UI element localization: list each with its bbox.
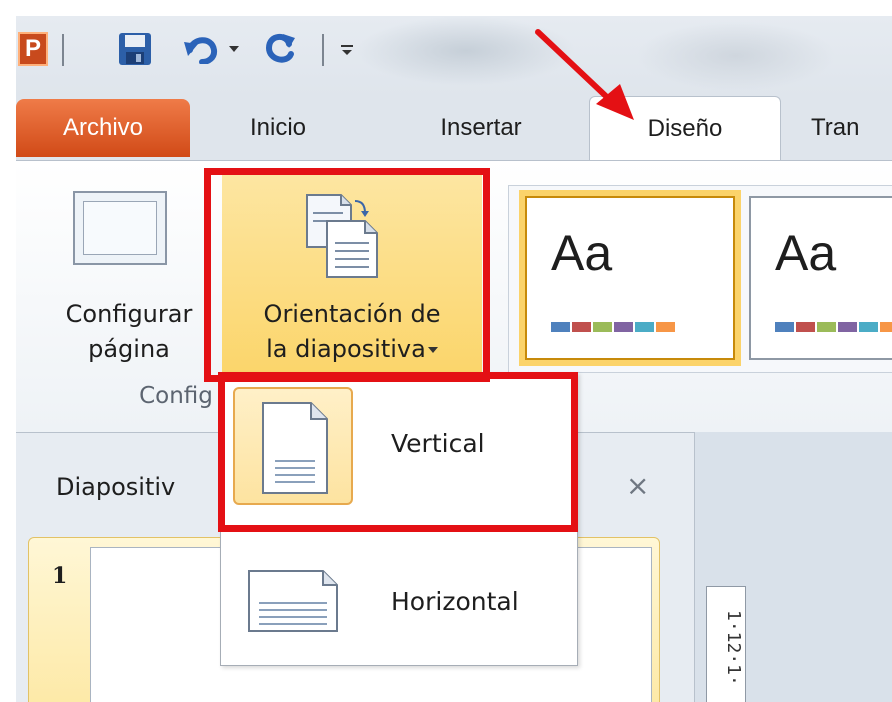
theme-gallery: Aa Aa	[508, 185, 892, 373]
customize-toolbar-icon[interactable]	[341, 44, 353, 56]
quick-access-toolbar: P	[16, 16, 892, 96]
color-swatch	[775, 322, 794, 332]
tab-insertar[interactable]: Insertar	[411, 96, 551, 160]
tab-transiciones[interactable]: Tran	[811, 96, 892, 160]
color-swatch	[614, 322, 633, 332]
slide-number: 1	[52, 563, 68, 589]
ribbon-tabs: Archivo Inicio Insertar Diseño Tran	[16, 96, 892, 162]
powerpoint-app-icon[interactable]: P	[18, 32, 48, 66]
theme-label: Aa	[775, 225, 837, 281]
theme-label: Aa	[551, 225, 613, 281]
theme-thumbnail[interactable]: Aa	[749, 196, 892, 360]
tab-diseno[interactable]: Diseño	[589, 96, 781, 162]
color-swatch	[635, 322, 654, 332]
page-setup-icon[interactable]	[73, 191, 167, 265]
tab-inicio[interactable]: Inicio	[223, 96, 333, 160]
tab-archivo[interactable]: Archivo	[16, 99, 190, 157]
menu-item-horizontal[interactable]: Horizontal	[221, 531, 577, 661]
color-swatch	[859, 322, 878, 332]
menu-item-label: Horizontal	[391, 587, 519, 616]
color-swatch	[838, 322, 857, 332]
color-swatch	[593, 322, 612, 332]
theme-thumbnail[interactable]: Aa	[519, 190, 741, 366]
save-icon[interactable]	[118, 32, 152, 66]
slides-pane-title: Diapositiv	[56, 473, 176, 501]
undo-dropdown-icon[interactable]	[229, 46, 239, 52]
page-setup-button[interactable]: Configurar página	[34, 297, 224, 367]
annotation-box-orientation-button	[204, 168, 490, 382]
vertical-ruler-text: 1·12·1·	[723, 610, 744, 686]
landscape-page-icon	[248, 570, 338, 632]
annotation-box-vertical-item	[218, 372, 578, 532]
theme-color-swatches	[775, 322, 892, 332]
color-swatch	[551, 322, 570, 332]
close-icon[interactable]: ×	[626, 469, 649, 502]
undo-icon[interactable]	[184, 34, 220, 64]
theme-color-swatches	[551, 322, 675, 332]
page-setup-label-line2: página	[88, 335, 170, 363]
page-setup-label-line1: Configurar	[65, 300, 193, 328]
color-swatch	[880, 322, 892, 332]
powerpoint-window: P Archivo Inicio Insertar Diseño Tran Co…	[16, 16, 892, 702]
color-swatch	[796, 322, 815, 332]
color-swatch	[572, 322, 591, 332]
toolbar-separator	[322, 34, 324, 66]
toolbar-separator	[62, 34, 64, 66]
color-swatch	[817, 322, 836, 332]
color-swatch	[656, 322, 675, 332]
redo-icon[interactable]	[263, 32, 297, 66]
